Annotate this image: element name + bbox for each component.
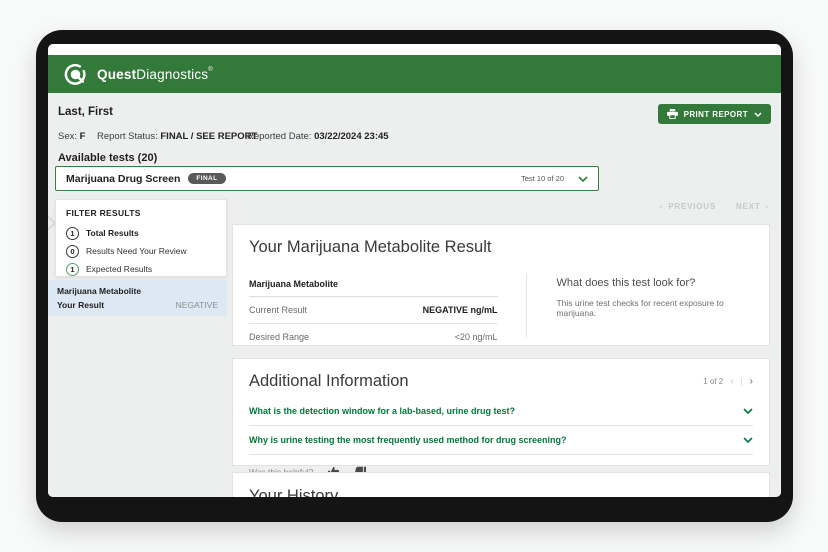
additional-info-title: Additional Information — [249, 372, 409, 390]
row-label: Desired Range — [249, 332, 310, 342]
reported-date: Reported Date: 03/22/2024 23:45 — [247, 131, 389, 142]
row-label: Current Result — [249, 305, 308, 315]
available-tests-label: Available tests (20) — [58, 152, 158, 164]
brand-quest: Quest — [97, 66, 137, 82]
result-label: Your Result — [57, 300, 105, 310]
brand-wordmark: QuestDiagnostics® — [97, 67, 213, 82]
filter-total-results[interactable]: 1 Total Results — [66, 224, 226, 242]
previous-test-button[interactable]: ‹ PREVIOUS — [660, 202, 716, 211]
count-badge: 0 — [66, 244, 79, 258]
next-section-title: Your History — [249, 487, 339, 497]
report-status: Report Status: FINAL / SEE REPORT — [97, 131, 258, 142]
test-info-question: What does this test look for? — [556, 277, 696, 289]
tablet-frame: QuestDiagnostics® Last, First Sex: F Rep… — [36, 30, 793, 522]
chevron-down-icon — [754, 111, 762, 117]
chevron-down-icon — [743, 437, 753, 443]
page-next-icon[interactable]: › — [750, 376, 753, 387]
row-value: <20 ng/mL — [454, 332, 498, 342]
result-table: Marijuana Metabolite Current Result NEGA… — [249, 273, 498, 342]
page-indicator: 1 of 2 — [703, 377, 724, 386]
print-report-button[interactable]: PRINT REPORT — [657, 104, 771, 124]
test-info-answer: This urine test checks for recent exposu… — [556, 298, 724, 318]
patient-sex: Sex: F — [58, 131, 86, 142]
chevron-left-icon: ‹ — [659, 202, 664, 211]
brand-diagnostics: Diagnostics — [136, 66, 209, 82]
table-row: Desired Range <20 ng/mL — [249, 324, 498, 350]
final-status-badge: FINAL — [188, 173, 226, 184]
faq-question-2[interactable]: Why is urine testing the most frequently… — [249, 426, 753, 455]
table-row: Current Result NEGATIVE ng/mL — [249, 297, 498, 324]
printer-icon — [666, 109, 678, 119]
filter-expected-results[interactable]: 1 Expected Results — [66, 260, 226, 278]
result-value: NEGATIVE — [175, 300, 218, 310]
patient-name: Last, First — [58, 106, 113, 118]
result-test-name: Marijuana Metabolite — [57, 286, 142, 296]
chevron-right-icon: › — [765, 202, 769, 211]
filter-results-panel: FILTER RESULTS 1 Total Results 0 Results… — [55, 199, 227, 277]
page-prev-icon[interactable]: ‹ — [730, 376, 733, 387]
app-screen: QuestDiagnostics® Last, First Sex: F Rep… — [48, 44, 781, 497]
page-separator: | — [740, 377, 743, 386]
test-pager: ‹ PREVIOUS NEXT › — [660, 202, 769, 211]
next-test-button[interactable]: NEXT › — [736, 202, 769, 211]
faq-pagination: 1 of 2 ‹ | › — [703, 376, 753, 387]
chevron-down-icon — [743, 408, 753, 414]
result-detail-card: Your Marijuana Metabolite Result Marijua… — [232, 224, 770, 346]
registered-mark: ® — [208, 66, 213, 73]
faq-question-1[interactable]: What is the detection window for a lab-b… — [249, 397, 753, 426]
result-table-header: Marijuana Metabolite — [249, 273, 498, 297]
filter-need-review[interactable]: 0 Results Need Your Review — [66, 242, 226, 260]
row-value: NEGATIVE ng/mL — [422, 305, 498, 315]
print-report-label: PRINT REPORT — [683, 109, 748, 119]
result-list-item-selected[interactable]: Marijuana Metabolite Your Result NEGATIV… — [48, 280, 227, 316]
chevron-down-icon — [578, 175, 588, 182]
test-info-column: What does this test look for? This urine… — [526, 273, 755, 337]
count-badge: 1 — [66, 226, 79, 240]
quest-logo-icon — [63, 62, 88, 87]
result-card-title: Your Marijuana Metabolite Result — [249, 238, 492, 256]
test-position: Test 10 of 20 — [521, 174, 564, 183]
test-selector-dropdown[interactable]: Marijuana Drug Screen FINAL Test 10 of 2… — [55, 166, 599, 191]
next-section-card: Your History — [232, 472, 770, 497]
additional-info-card: Additional Information 1 of 2 ‹ | › What… — [232, 358, 770, 478]
count-badge: 1 — [66, 262, 79, 276]
test-name: Marijuana Drug Screen — [66, 172, 181, 185]
brand-header: QuestDiagnostics® — [48, 55, 781, 93]
filter-results-title: FILTER RESULTS — [66, 208, 141, 218]
